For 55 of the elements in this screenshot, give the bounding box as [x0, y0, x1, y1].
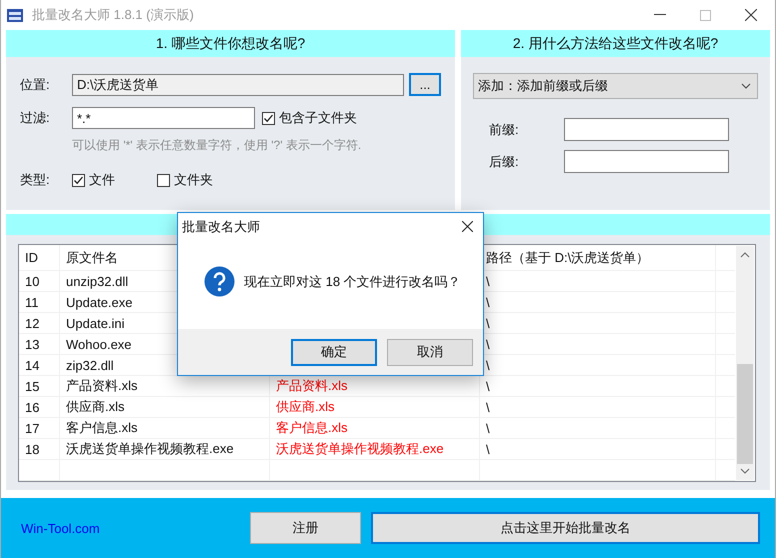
close-icon[interactable]	[462, 221, 473, 232]
hint-text: 可以使用 '*' 表示任意数量字符，使用 '?' 表示一个字符.	[71, 137, 362, 154]
table-cell: \	[480, 439, 716, 459]
window-title: 批量改名大师 1.8.1 (演示版)	[32, 6, 194, 24]
table-cell: 11	[19, 292, 60, 312]
checkbox[interactable]	[72, 174, 85, 186]
checkbox-label[interactable]: 文件夹	[174, 171, 213, 189]
table-cell: \	[480, 397, 716, 417]
dialog-title: 批量改名大师	[182, 218, 260, 236]
caret-icon[interactable]	[741, 83, 751, 89]
panel-header: 1. 哪些文件你想改名呢?	[6, 30, 455, 57]
footer-button[interactable]: 注册	[250, 512, 361, 544]
panel-header: 2. 用什么方法给这些文件改名呢?	[461, 30, 770, 57]
location-field[interactable]: D:\沃虎送货单	[72, 74, 404, 96]
app-icon	[6, 7, 24, 23]
filter-label: 过滤:	[20, 109, 51, 127]
dialog-button[interactable]: 取消	[387, 338, 473, 366]
scroll-down-icon[interactable]	[740, 468, 750, 474]
checkbox-label[interactable]: 包含子文件夹	[279, 109, 357, 127]
table-cell: 供应商.xls	[60, 397, 270, 417]
method-dropdown[interactable]: 添加：添加前缀或后缀	[473, 73, 758, 99]
checkbox-label[interactable]: 文件	[89, 171, 115, 189]
question-icon	[204, 266, 235, 297]
minimize-icon[interactable]	[654, 14, 666, 16]
location-label: 位置:	[20, 76, 51, 94]
column-header[interactable]: ID	[19, 245, 60, 270]
table-cell: 15	[19, 376, 60, 396]
dialog-button[interactable]: 确定	[291, 338, 377, 366]
filter-field[interactable]: *.*	[72, 107, 255, 129]
checkbox[interactable]	[157, 174, 170, 186]
suffix-field[interactable]	[564, 150, 729, 173]
website-link[interactable]: Win-Tool.com	[21, 520, 250, 536]
table-cell: 10	[19, 271, 60, 291]
table-cell: 沃虎送货单操作视频教程.exe	[270, 439, 480, 459]
checkbox[interactable]	[262, 112, 275, 124]
table-cell: 17	[19, 418, 60, 438]
table-cell: 18	[19, 439, 60, 459]
table-cell: 16	[19, 397, 60, 417]
close-icon[interactable]	[745, 9, 757, 21]
scroll-up-icon[interactable]	[740, 252, 750, 258]
prefix-field[interactable]	[564, 118, 729, 141]
footer-button[interactable]: 点击这里开始批量改名	[371, 512, 760, 544]
table-cell: 沃虎送货单操作视频教程.exe	[60, 439, 270, 459]
browse-button[interactable]: ...	[409, 73, 441, 96]
table-cell: 供应商.xls	[270, 397, 480, 417]
table-cell: 14	[19, 355, 60, 375]
suffix-label: 后缀:	[489, 152, 520, 170]
scrollbar[interactable]	[736, 246, 754, 480]
table-cell: 12	[19, 313, 60, 333]
table-cell: 客户信息.xls	[270, 418, 480, 438]
table-cell: 客户信息.xls	[60, 418, 270, 438]
prefix-label: 前缀:	[489, 120, 520, 138]
table-cell: 13	[19, 334, 60, 354]
table-cell: \	[480, 418, 716, 438]
type-label: 类型:	[20, 171, 51, 189]
